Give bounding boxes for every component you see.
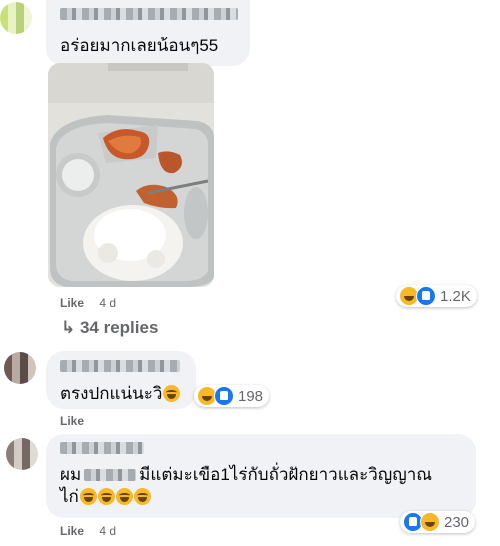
mention-blurred[interactable]	[84, 469, 137, 481]
comment-photo[interactable]	[48, 63, 214, 287]
reaction-count: 1.2K	[440, 287, 471, 305]
reaction-count: 230	[444, 513, 470, 531]
laughing-emoji-icon	[133, 488, 151, 505]
food-tray-image	[48, 63, 214, 287]
comment-text-line2: ไก่	[60, 486, 151, 508]
laughing-emoji-icon	[97, 488, 115, 505]
commenter-name-blurred[interactable]	[60, 8, 238, 20]
view-replies-link[interactable]: ↳ 34 replies	[61, 318, 158, 338]
comment-text: อร่อยมากเลยน้อนๆ55	[60, 36, 219, 55]
like-link[interactable]: Like	[60, 296, 84, 310]
reaction-count: 198	[238, 387, 264, 405]
reaction-summary[interactable]: 198	[194, 385, 270, 407]
comment-text-line1: ผม มีแต่มะเขือ1ไร่กับถั่วฝักยาวและวิญญาณ	[60, 465, 433, 484]
commenter-name-blurred[interactable]	[60, 360, 180, 372]
reaction-summary[interactable]: 1.2K	[396, 285, 477, 307]
avatar[interactable]	[4, 352, 36, 384]
comment-text: ตรงปกแน่นะวิ	[60, 383, 181, 405]
haha-reaction-icon	[420, 512, 440, 532]
comment-meta: Like 4 d	[60, 296, 116, 310]
comment-meta: Like 4 d	[60, 524, 116, 538]
laughing-emoji-icon	[115, 488, 133, 505]
laughing-emoji-icon	[163, 385, 181, 402]
reaction-summary[interactable]: 230	[400, 511, 476, 533]
laughing-emoji-icon	[79, 488, 97, 505]
like-reaction-icon	[214, 386, 234, 406]
timestamp[interactable]: 4 d	[99, 296, 116, 310]
like-link[interactable]: Like	[60, 414, 84, 426]
avatar[interactable]	[0, 2, 32, 34]
avatar[interactable]	[6, 438, 38, 470]
comment-meta: Like	[60, 414, 96, 426]
commenter-name-blurred[interactable]	[60, 442, 144, 454]
timestamp[interactable]: 4 d	[99, 524, 116, 538]
like-reaction-icon	[416, 286, 436, 306]
like-link[interactable]: Like	[60, 524, 84, 538]
